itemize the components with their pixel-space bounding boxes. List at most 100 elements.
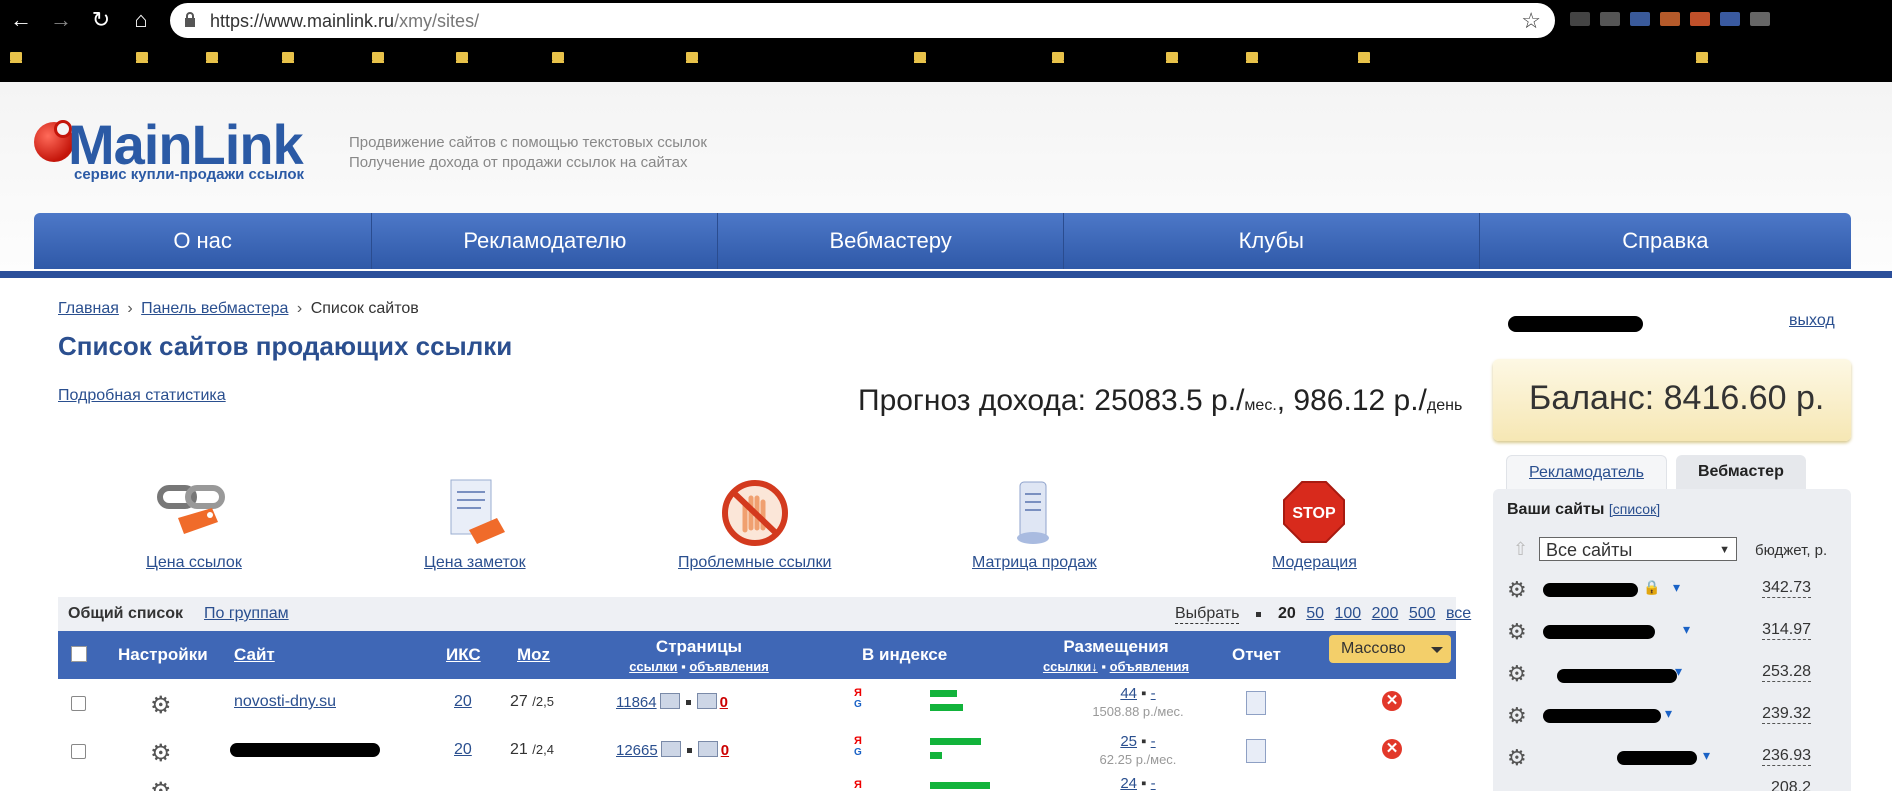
tool-link-price[interactable]: Цена ссылок (146, 478, 242, 572)
pages-links-count[interactable]: 12665 (616, 742, 658, 759)
bookmark-folder-icon[interactable] (282, 52, 294, 63)
settings-gear-icon[interactable]: ⚙ (1507, 577, 1527, 603)
row-checkbox[interactable] (71, 696, 86, 711)
pages-links-count[interactable]: 11864 (616, 694, 657, 711)
bookmark-folder-icon[interactable] (552, 52, 564, 63)
per-page-option[interactable]: все (1446, 605, 1471, 622)
settings-gear-icon[interactable]: ⚙ (1507, 619, 1527, 645)
computer-icon[interactable] (660, 741, 681, 757)
placements-links-count[interactable]: 44 (1120, 685, 1137, 702)
nav-item-help[interactable]: Справка (1480, 213, 1851, 269)
logout-link[interactable]: выход (1789, 312, 1835, 330)
extension-icon[interactable] (1570, 12, 1590, 26)
sidebar-site-item[interactable]: ⚙ ▾ 253.28 (1507, 655, 1837, 691)
tab-webmaster[interactable]: Вебмастер (1676, 455, 1806, 489)
chevron-down-icon[interactable]: ▾ (1675, 663, 1682, 680)
per-page-option[interactable]: 200 (1372, 605, 1399, 622)
breadcrumb-home[interactable]: Главная (58, 300, 119, 317)
select-all-checkbox[interactable] (71, 646, 87, 662)
tab-all-list[interactable]: Общий список (68, 605, 183, 623)
col-moz[interactable]: Moz (517, 645, 550, 665)
bookmark-folder-icon[interactable] (372, 52, 384, 63)
reload-button[interactable]: ↻ (86, 8, 116, 32)
bookmark-folder-icon[interactable] (1166, 52, 1178, 63)
site-budget[interactable]: 253.28 (1762, 663, 1811, 682)
computer-icon[interactable] (659, 693, 680, 709)
computer-icon[interactable] (697, 741, 718, 757)
forward-button[interactable]: → (46, 8, 76, 32)
col-placements-ads[interactable]: объявления (1110, 659, 1189, 674)
bookmark-folder-icon[interactable] (136, 52, 148, 63)
settings-gear-icon[interactable]: ⚙ (1507, 703, 1527, 729)
per-page-option[interactable]: 20 (1278, 605, 1296, 622)
address-bar[interactable]: https://www.mainlink.ru/xmy/sites/ ☆ (170, 3, 1555, 38)
bookmark-folder-icon[interactable] (206, 52, 218, 63)
nav-item-advertiser[interactable]: Рекламодателю (372, 213, 719, 269)
report-document-icon[interactable] (1246, 739, 1266, 763)
row-checkbox[interactable] (71, 744, 86, 759)
chevron-down-icon[interactable]: ▾ (1665, 705, 1672, 722)
mass-actions-dropdown[interactable]: Массово (1329, 635, 1451, 663)
chevron-down-icon[interactable]: ▾ (1683, 621, 1690, 638)
extension-icon[interactable] (1630, 12, 1650, 26)
settings-gear-icon[interactable]: ⚙ (1507, 745, 1527, 771)
col-pages-ads[interactable]: объявления (689, 659, 768, 674)
sidebar-site-item[interactable]: 208.2 (1507, 779, 1837, 791)
bookmark-folder-icon[interactable] (1246, 52, 1258, 63)
bookmark-folder-icon[interactable] (914, 52, 926, 63)
report-document-icon[interactable] (1246, 691, 1266, 715)
placements-links-count[interactable]: 25 (1120, 733, 1137, 750)
site-link[interactable]: novosti-dny.su (234, 693, 336, 711)
nav-item-webmaster[interactable]: Вебмастеру (718, 213, 1064, 269)
settings-gear-icon[interactable]: ⚙ (150, 777, 172, 791)
settings-gear-icon[interactable]: ⚙ (150, 739, 172, 768)
bookmark-folder-icon[interactable] (456, 52, 468, 63)
nav-item-clubs[interactable]: Клубы (1064, 213, 1480, 269)
computer-icon[interactable] (696, 693, 717, 709)
delete-icon[interactable]: ✕ (1382, 691, 1402, 711)
iks-value[interactable]: 20 (454, 741, 472, 759)
chevron-down-icon[interactable]: ▾ (1703, 747, 1710, 764)
back-button[interactable]: ← (6, 8, 36, 32)
sort-up-icon[interactable]: ⇧ (1513, 539, 1528, 560)
per-page-option[interactable]: 100 (1335, 605, 1362, 622)
extension-icon[interactable] (1750, 12, 1770, 26)
col-site[interactable]: Сайт (234, 645, 275, 665)
nav-item-about[interactable]: О нас (34, 213, 373, 269)
tool-link-label[interactable]: Проблемные ссылки (678, 554, 831, 571)
tab-advertiser[interactable]: Рекламодатель (1506, 455, 1667, 490)
extension-icon[interactable] (1690, 12, 1710, 26)
tool-link-matrix[interactable]: Матрица продаж (972, 478, 1097, 572)
home-button[interactable]: ⌂ (126, 8, 156, 32)
site-budget[interactable]: 342.73 (1762, 579, 1811, 598)
bookmark-folder-icon[interactable] (1696, 52, 1708, 63)
pages-ads-count[interactable]: 0 (720, 694, 728, 711)
per-page-option[interactable]: 500 (1409, 605, 1436, 622)
sidebar-site-item[interactable]: ⚙ ▾ 239.32 (1507, 697, 1837, 733)
bookmark-star-icon[interactable]: ☆ (1521, 8, 1541, 34)
tab-by-groups[interactable]: По группам (204, 605, 289, 623)
bookmark-folder-icon[interactable] (1358, 52, 1370, 63)
extension-icon[interactable] (1720, 12, 1740, 26)
sidebar-site-item[interactable]: ⚙ ▾ 314.97 (1507, 613, 1837, 649)
col-placements-links[interactable]: ссылки↓ (1043, 659, 1098, 674)
tool-link-label[interactable]: Цена ссылок (146, 554, 242, 571)
extension-icon[interactable] (1660, 12, 1680, 26)
select-toggle[interactable]: Выбрать (1175, 605, 1240, 624)
col-pages-links[interactable]: ссылки (629, 659, 677, 674)
tool-link-label[interactable]: Матрица продаж (972, 554, 1097, 571)
tool-link-notes[interactable]: Цена заметок (424, 478, 526, 572)
placements-ads-count[interactable]: - (1151, 775, 1156, 791)
placements-links-count[interactable]: 24 (1120, 775, 1137, 791)
tool-link-problem[interactable]: Проблемные ссылки (678, 478, 831, 572)
sidebar-site-item[interactable]: ⚙ ▾ 236.93 (1507, 739, 1837, 775)
per-page-option[interactable]: 50 (1306, 605, 1324, 622)
site-budget[interactable]: 239.32 (1762, 705, 1811, 724)
pages-ads-count[interactable]: 0 (721, 742, 729, 759)
settings-gear-icon[interactable]: ⚙ (150, 691, 172, 720)
settings-gear-icon[interactable]: ⚙ (1507, 661, 1527, 687)
bookmark-folder-icon[interactable] (686, 52, 698, 63)
delete-icon[interactable]: ✕ (1382, 739, 1402, 759)
sidebar-site-item[interactable]: ⚙ 🔒 ▾ 342.73 (1507, 571, 1837, 607)
tool-link-label[interactable]: Цена заметок (424, 554, 526, 571)
